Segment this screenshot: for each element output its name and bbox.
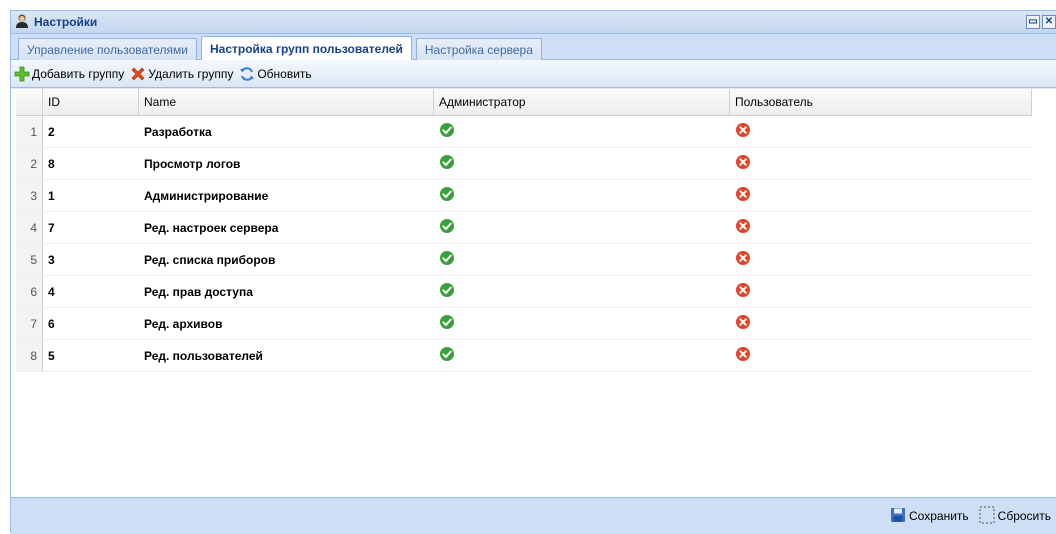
column-header-admin[interactable]: Администратор [434,89,730,115]
table-row[interactable]: 1 2 Разработка [16,116,1032,148]
table-header: ID Name Администратор Пользователь [16,89,1032,116]
cross-circle-icon [735,314,751,333]
group-id: 4 [48,284,55,299]
cross-circle-icon [735,250,751,269]
table-row[interactable]: 7 6 Ред. архивов [16,308,1032,340]
plus-icon [14,66,30,82]
group-name: Просмотр логов [144,156,241,171]
reset-button[interactable]: Сбросить [979,506,1051,527]
check-icon [439,250,455,269]
table-row[interactable]: 8 5 Ред. пользователей [16,340,1032,372]
group-name: Ред. пользователей [144,348,263,363]
group-name: Ред. прав доступа [144,284,253,299]
user-icon [15,13,29,32]
user-permission-cell[interactable] [730,308,1032,339]
group-id: 6 [48,316,55,331]
delete-group-button[interactable]: Удалить группу [130,66,233,82]
table-row[interactable]: 4 7 Ред. настроек сервера [16,212,1032,244]
row-number: 3 [16,180,43,211]
refresh-icon [239,66,255,82]
tab-server-settings[interactable]: Настройка сервера [415,38,542,60]
groups-table: ID Name Администратор Пользователь 1 2 Раз… [16,89,1032,372]
add-group-button[interactable]: Добавить группу [14,66,124,82]
tab-user-management[interactable]: Управление пользователями [18,38,197,60]
cross-circle-icon [735,282,751,301]
cross-circle-icon [735,346,751,365]
user-permission-cell[interactable] [730,116,1032,147]
close-icon[interactable]: ✕ [1042,15,1056,29]
row-number: 5 [16,244,43,275]
cross-circle-icon [735,186,751,205]
check-icon [439,282,455,301]
row-number: 4 [16,212,43,243]
admin-permission-cell[interactable] [434,148,730,179]
reset-icon [979,506,995,527]
admin-permission-cell[interactable] [434,180,730,211]
window-title: Настройки [34,15,98,29]
check-icon [439,218,455,237]
group-id: 7 [48,220,55,235]
column-header-user[interactable]: Пользователь [730,89,1032,115]
tab-strip: Управление пользователями Настройка груп… [11,34,1056,60]
check-icon [439,314,455,333]
row-number: 1 [16,116,43,147]
user-permission-cell[interactable] [730,244,1032,275]
group-id: 8 [48,156,55,171]
row-number: 8 [16,340,43,371]
row-number: 2 [16,148,43,179]
group-id: 3 [48,252,55,267]
table-row[interactable]: 5 3 Ред. списка приборов [16,244,1032,276]
floppy-icon [890,507,906,526]
user-permission-cell[interactable] [730,212,1032,243]
admin-permission-cell[interactable] [434,116,730,147]
window-titlebar: Настройки ▭ ✕ [11,11,1056,34]
user-permission-cell[interactable] [730,276,1032,307]
admin-permission-cell[interactable] [434,340,730,371]
user-permission-cell[interactable] [730,148,1032,179]
user-permission-cell[interactable] [730,180,1032,211]
column-header-id[interactable]: ID [43,89,139,115]
footer-bar: Сохранить Сбросить [11,497,1056,534]
check-icon [439,186,455,205]
group-id: 2 [48,124,55,139]
table-row[interactable]: 2 8 Просмотр логов [16,148,1032,180]
save-button[interactable]: Сохранить [890,507,969,526]
admin-permission-cell[interactable] [434,308,730,339]
group-id: 1 [48,188,55,203]
check-icon [439,154,455,173]
toolbar: Добавить группу Удалить группу Обновить [11,60,1056,88]
group-name: Ред. архивов [144,316,223,331]
table-row[interactable]: 6 4 Ред. прав доступа [16,276,1032,308]
admin-permission-cell[interactable] [434,276,730,307]
tab-user-groups[interactable]: Настройка групп пользователей [201,36,412,60]
admin-permission-cell[interactable] [434,212,730,243]
group-name: Администрирование [144,188,269,203]
maximize-icon[interactable]: ▭ [1026,15,1040,29]
group-id: 5 [48,348,55,363]
cross-icon [130,66,146,82]
cross-circle-icon [735,154,751,173]
check-icon [439,122,455,141]
admin-permission-cell[interactable] [434,244,730,275]
user-permission-cell[interactable] [730,340,1032,371]
grid-area: ID Name Администратор Пользователь 1 2 Раз… [11,89,1056,497]
cross-circle-icon [735,218,751,237]
table-row[interactable]: 3 1 Администрирование [16,180,1032,212]
settings-window: Настройки ▭ ✕ Управление пользователями … [10,10,1056,534]
group-name: Ред. списка приборов [144,252,276,267]
group-name: Ред. настроек сервера [144,220,279,235]
check-icon [439,346,455,365]
cross-circle-icon [735,122,751,141]
row-number: 7 [16,308,43,339]
row-number: 6 [16,276,43,307]
column-header-name[interactable]: Name [139,89,434,115]
group-name: Разработка [144,124,212,139]
row-number-header [16,89,43,115]
refresh-button[interactable]: Обновить [239,66,312,82]
